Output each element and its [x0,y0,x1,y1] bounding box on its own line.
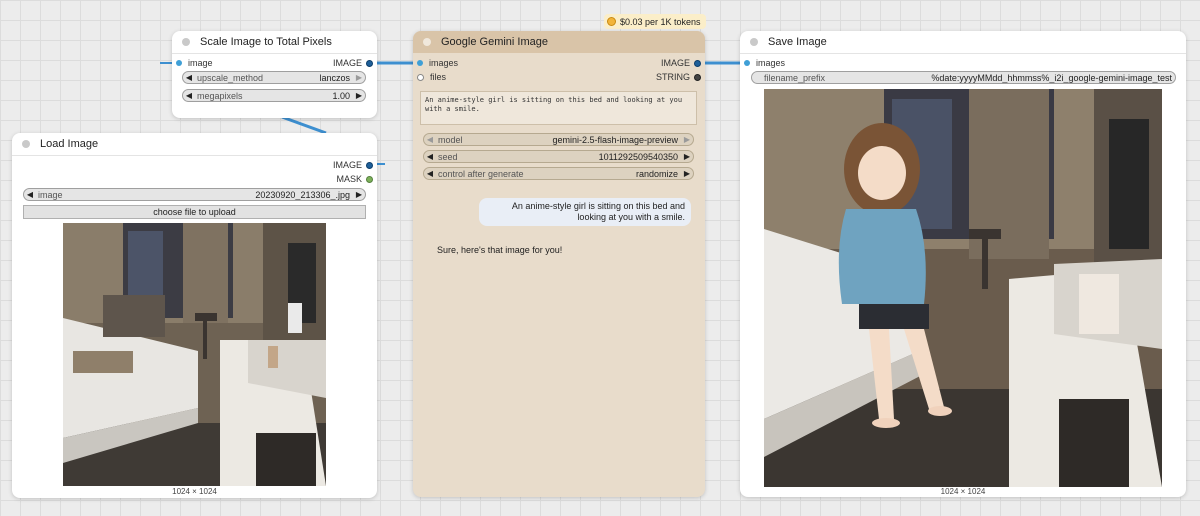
seed-widget[interactable]: ◀ seed 1011292509540350 ▶ [423,150,694,163]
filename-prefix-widget[interactable]: filename_prefix %date:yyyyMMdd_hhmmss%_i… [751,71,1176,84]
input-slot-image[interactable]: image [176,56,213,70]
increment-arrow-icon[interactable]: ▶ [681,169,693,178]
node-collapse-dot[interactable] [22,140,30,148]
image-output-dot[interactable] [366,161,373,169]
model-widget[interactable]: ◀ model gemini-2.5-flash-image-preview ▶ [423,133,694,146]
images-slot-dot[interactable] [417,60,423,66]
output-slot-image[interactable]: IMAGE [333,158,373,172]
increment-arrow-icon[interactable]: ▶ [353,73,365,82]
image-output-dot[interactable] [694,59,701,67]
node-header[interactable]: Scale Image to Total Pixels [172,31,377,54]
megapixels-widget[interactable]: ◀ megapixels 1.00 ▶ [182,89,366,102]
node-collapse-dot[interactable] [423,38,431,46]
node-header[interactable]: Google Gemini Image [413,31,705,53]
node-title: Google Gemini Image [441,36,548,48]
decrement-arrow-icon[interactable]: ◀ [424,152,436,161]
google-gemini-image-node[interactable]: Google Gemini Image images files IMAGE S… [413,31,705,497]
image-dimensions: 1024 × 1024 [940,487,986,496]
increment-arrow-icon[interactable]: ▶ [681,152,693,161]
chat-assistant-message: Sure, here's that image for you! [437,245,563,255]
scale-image-node[interactable]: Scale Image to Total Pixels image IMAGE … [172,31,377,118]
output-slot-string[interactable]: STRING [656,70,701,84]
image-file-widget[interactable]: ◀ image 20230920_213306_.jpg ▶ [23,188,366,201]
node-collapse-dot[interactable] [750,38,758,46]
decrement-arrow-icon[interactable]: ◀ [24,190,36,199]
image-slot-dot[interactable] [176,60,182,66]
node-title: Load Image [40,138,99,150]
decrement-arrow-icon[interactable]: ◀ [183,91,195,100]
chat-user-message: An anime-style girl is sitting on this b… [479,198,691,226]
increment-arrow-icon[interactable]: ▶ [353,91,365,100]
node-title: Scale Image to Total Pixels [200,36,332,48]
output-slot-image[interactable]: IMAGE [333,56,373,70]
node-collapse-dot[interactable] [182,38,190,46]
output-slot-mask[interactable]: MASK [336,172,373,186]
choose-file-button[interactable]: choose file to upload [23,205,366,219]
image-dimensions: 1024 × 1024 [172,487,217,496]
input-image-preview [63,223,326,486]
node-header[interactable]: Save Image [740,31,1186,54]
decrement-arrow-icon[interactable]: ◀ [424,135,436,144]
control-after-generate-widget[interactable]: ◀ control after generate randomize ▶ [423,167,694,180]
node-header[interactable]: Load Image [12,133,377,156]
link-load-to-scale [281,115,327,135]
prompt-textarea[interactable]: An anime-style girl is sitting on this b… [420,91,697,125]
output-image-preview [764,89,1162,487]
node-title: Save Image [768,36,827,48]
image-output-dot[interactable] [366,59,373,67]
images-slot-dot[interactable] [744,60,750,66]
decrement-arrow-icon[interactable]: ◀ [183,73,195,82]
upscale-method-widget[interactable]: ◀ upscale_method lanczos ▶ [182,71,366,84]
input-slot-files[interactable]: files [417,70,446,84]
output-slot-image[interactable]: IMAGE [661,56,701,70]
string-output-dot[interactable] [694,73,701,81]
coin-icon [607,17,616,26]
increment-arrow-icon[interactable]: ▶ [681,135,693,144]
files-slot-dot[interactable] [417,73,424,81]
cost-badge: $0.03 per 1K tokens [604,14,706,29]
mask-output-dot[interactable] [366,175,373,183]
save-image-node[interactable]: Save Image images filename_prefix %date:… [740,31,1186,497]
increment-arrow-icon[interactable]: ▶ [353,190,365,199]
input-slot-images[interactable]: images [417,56,458,70]
load-image-node[interactable]: Load Image IMAGE MASK ◀ image 20230920_2… [12,133,377,498]
decrement-arrow-icon[interactable]: ◀ [424,169,436,178]
input-slot-images[interactable]: images [744,56,785,70]
